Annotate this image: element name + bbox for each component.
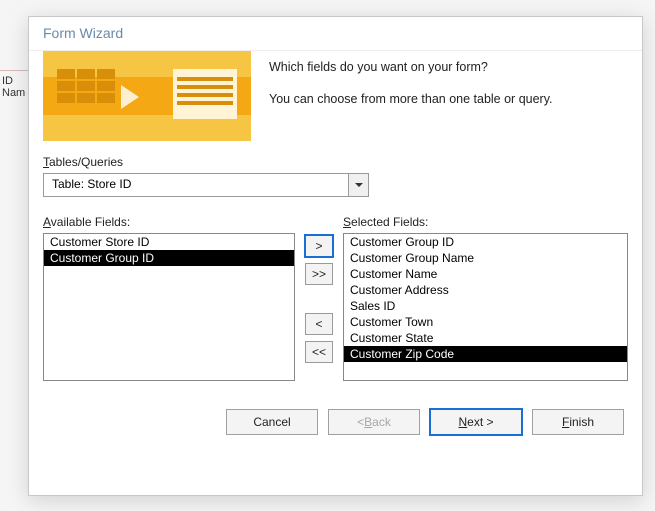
list-item[interactable]: Customer Address xyxy=(344,282,627,298)
intro-line1: Which fields do you want on your form? xyxy=(269,59,553,77)
list-item[interactable]: Customer Group Name xyxy=(344,250,627,266)
list-item[interactable]: Customer Town xyxy=(344,314,627,330)
background-panel: ID Nam xyxy=(0,70,28,110)
remove-all-fields-button[interactable]: << xyxy=(305,341,333,363)
dialog-content: Which fields do you want on your form? Y… xyxy=(29,51,642,449)
selected-column: Selected Fields: Customer Group IDCustom… xyxy=(343,215,628,381)
add-all-fields-button[interactable]: >> xyxy=(305,263,333,285)
list-item[interactable]: Customer Group ID xyxy=(344,234,627,250)
remove-field-button[interactable]: < xyxy=(305,313,333,335)
available-fields-listbox[interactable]: Customer Store IDCustomer Group ID xyxy=(43,233,295,381)
tables-queries-label: Tables/Queries xyxy=(43,155,628,169)
add-field-button[interactable]: > xyxy=(305,235,333,257)
dialog-footer: Cancel < Back Next > Finish xyxy=(43,409,628,435)
back-button[interactable]: < Back xyxy=(328,409,420,435)
form-wizard-dialog: Form Wizard Which fields do you want on … xyxy=(28,16,643,496)
selected-fields-listbox[interactable]: Customer Group IDCustomer Group NameCust… xyxy=(343,233,628,381)
dialog-title: Form Wizard xyxy=(29,17,642,51)
selected-fields-label: Selected Fields: xyxy=(343,215,628,229)
list-item[interactable]: Customer Store ID xyxy=(44,234,294,250)
bg-text-nam: Nam xyxy=(2,87,26,99)
intro-line2: You can choose from more than one table … xyxy=(269,91,553,109)
chevron-down-icon xyxy=(355,183,363,187)
next-button[interactable]: Next > xyxy=(430,409,522,435)
available-column: Available Fields: Customer Store IDCusto… xyxy=(43,215,295,381)
list-item[interactable]: Customer Group ID xyxy=(44,250,294,266)
available-fields-label: Available Fields: xyxy=(43,215,295,229)
hero-row: Which fields do you want on your form? Y… xyxy=(43,51,628,141)
list-item[interactable]: Customer Zip Code xyxy=(344,346,627,362)
move-buttons-column: > >> < << xyxy=(305,215,333,381)
combo-value: Table: Store ID xyxy=(44,174,348,196)
tables-queries-combo[interactable]: Table: Store ID xyxy=(43,173,369,197)
wizard-illustration xyxy=(43,51,251,141)
fields-row: Available Fields: Customer Store IDCusto… xyxy=(43,215,628,381)
wizard-intro-text: Which fields do you want on your form? Y… xyxy=(269,51,553,141)
list-item[interactable]: Customer Name xyxy=(344,266,627,282)
finish-button[interactable]: Finish xyxy=(532,409,624,435)
list-item[interactable]: Customer State xyxy=(344,330,627,346)
cancel-button[interactable]: Cancel xyxy=(226,409,318,435)
bg-text-id: ID xyxy=(2,75,26,87)
combo-dropdown-button[interactable] xyxy=(348,174,368,196)
list-item[interactable]: Sales ID xyxy=(344,298,627,314)
